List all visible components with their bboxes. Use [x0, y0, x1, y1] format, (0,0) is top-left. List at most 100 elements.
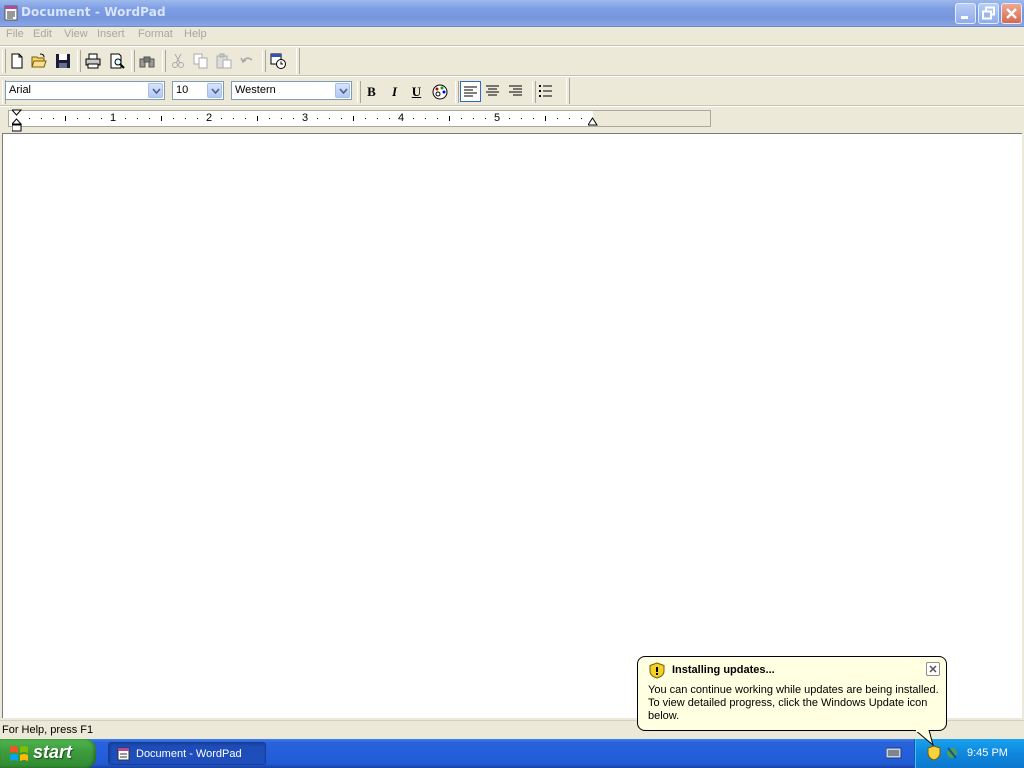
status-text: For Help, press F1: [2, 724, 94, 736]
font-size-value: 10: [176, 84, 189, 96]
menu-file[interactable]: File: [4, 28, 26, 40]
taskbar-item-wordpad[interactable]: Document - WordPad: [108, 742, 266, 765]
script-combo[interactable]: Western: [231, 81, 352, 100]
toolbar-separator: [162, 50, 166, 72]
align-right-button[interactable]: [506, 81, 527, 102]
toolbar-separator: [131, 50, 135, 72]
ruler-eighth-dot: [281, 118, 282, 119]
font-size-combo[interactable]: 10: [172, 81, 224, 100]
formatbar-separator-line: [0, 105, 1024, 107]
ruler-eighth-dot: [557, 118, 558, 119]
wordpad-app-icon[interactable]: [4, 5, 18, 21]
window-title: Document - WordPad: [21, 5, 166, 19]
ruler-eighth-dot: [101, 118, 102, 119]
ruler-eighth-dot: [293, 118, 294, 119]
ruler-eighth-dot: [341, 118, 342, 119]
minimize-button[interactable]: [955, 3, 976, 24]
ruler-eighth-dot: [137, 118, 138, 119]
ruler-eighth-dot: [413, 118, 414, 119]
print-preview-icon[interactable]: [106, 50, 128, 72]
ruler-eighth-dot: [581, 118, 582, 119]
balloon-pointer: [914, 729, 937, 749]
keyboard-icon[interactable]: [885, 747, 902, 762]
bullets-button[interactable]: [536, 81, 557, 102]
menu-separator: [0, 45, 1024, 47]
shield-warning-icon: [649, 662, 665, 682]
new-document-icon[interactable]: [6, 50, 28, 72]
update-notification-balloon[interactable]: Installing updates... You can continue w…: [637, 656, 947, 731]
script-value: Western: [235, 84, 276, 96]
ruler-eighth-dot: [233, 118, 234, 119]
ruler-eighth-dot: [473, 118, 474, 119]
ruler-eighth-dot: [485, 118, 486, 119]
chevron-down-icon[interactable]: [148, 83, 163, 98]
toolbar-end: [566, 78, 570, 104]
open-folder-icon[interactable]: [28, 50, 50, 72]
ruler-eighth-dot: [521, 118, 522, 119]
chevron-down-icon[interactable]: [335, 83, 350, 98]
ruler-half-inch-tick: [449, 116, 450, 121]
font-name-combo[interactable]: Arial: [5, 81, 165, 100]
balloon-line-1: You can continue working while updates a…: [648, 684, 939, 696]
ruler-eighth-dot: [41, 118, 42, 119]
balloon-line-2: To view detailed progress, click the Win…: [648, 697, 928, 709]
color-palette-icon[interactable]: [429, 81, 450, 102]
document-area[interactable]: [2, 133, 1022, 718]
ruler-eighth-dot: [149, 118, 150, 119]
clock[interactable]: 9:45 PM: [967, 747, 1008, 759]
ruler-half-inch-tick: [545, 116, 546, 121]
start-button[interactable]: start: [0, 739, 96, 768]
save-disk-icon[interactable]: [52, 50, 74, 72]
ruler-number: 5: [494, 112, 501, 124]
cut-icon[interactable]: [167, 50, 189, 72]
ruler-eighth-dot: [389, 118, 390, 119]
network-icon[interactable]: [945, 745, 959, 764]
print-icon[interactable]: [82, 50, 104, 72]
align-center-button[interactable]: [483, 81, 504, 102]
underline-button[interactable]: U: [406, 81, 427, 102]
ruler-eighth-dot: [29, 118, 30, 119]
ruler-eighth-dot: [53, 118, 54, 119]
menu-help[interactable]: Help: [182, 28, 209, 40]
ruler-eighth-dot: [173, 118, 174, 119]
first-line-indent-marker[interactable]: [10, 109, 23, 136]
find-binoculars-icon[interactable]: [136, 50, 158, 72]
ruler-number: 3: [302, 112, 309, 124]
ruler-half-inch-tick: [65, 116, 66, 121]
restore-button[interactable]: [978, 3, 999, 24]
balloon-message: You can continue working while updates a…: [648, 684, 940, 723]
title-bar[interactable]: Document - WordPad: [0, 0, 1024, 27]
font-name-value: Arial: [9, 84, 32, 96]
ruler-eighth-dot: [569, 118, 570, 119]
balloon-title: Installing updates...: [672, 664, 775, 676]
insert-datetime-icon[interactable]: [267, 50, 289, 72]
close-button[interactable]: [1001, 3, 1022, 24]
align-left-button[interactable]: [460, 81, 481, 102]
chevron-down-icon[interactable]: [207, 83, 222, 98]
menu-insert[interactable]: Insert: [95, 28, 127, 40]
right-indent-marker[interactable]: [587, 116, 598, 130]
ruler-eighth-dot: [125, 118, 126, 119]
toolbar-end: [296, 48, 300, 74]
close-icon[interactable]: [926, 662, 940, 676]
ruler-eighth-dot: [197, 118, 198, 119]
menu-edit[interactable]: Edit: [31, 28, 54, 40]
copy-icon[interactable]: [190, 50, 212, 72]
taskbar: start Document - WordPad: [0, 739, 1024, 768]
ruler-half-inch-tick: [353, 116, 354, 121]
bold-button[interactable]: B: [361, 81, 382, 102]
ruler-eighth-dot: [221, 118, 222, 119]
ruler-eighth-dot: [89, 118, 90, 119]
menu-format[interactable]: Format: [136, 28, 175, 40]
paste-icon[interactable]: [213, 50, 235, 72]
menu-view[interactable]: View: [62, 28, 90, 40]
toolbar-separator: [77, 50, 81, 72]
undo-icon[interactable]: [236, 50, 258, 72]
italic-button[interactable]: I: [384, 81, 405, 102]
ruler-eighth-dot: [533, 118, 534, 119]
ruler-eighth-dot: [185, 118, 186, 119]
ruler-margin-area: [593, 111, 710, 126]
menu-bar: File Edit View Insert Format Help: [0, 27, 1024, 45]
ruler-eighth-dot: [245, 118, 246, 119]
toolbar-separator: [262, 50, 266, 72]
